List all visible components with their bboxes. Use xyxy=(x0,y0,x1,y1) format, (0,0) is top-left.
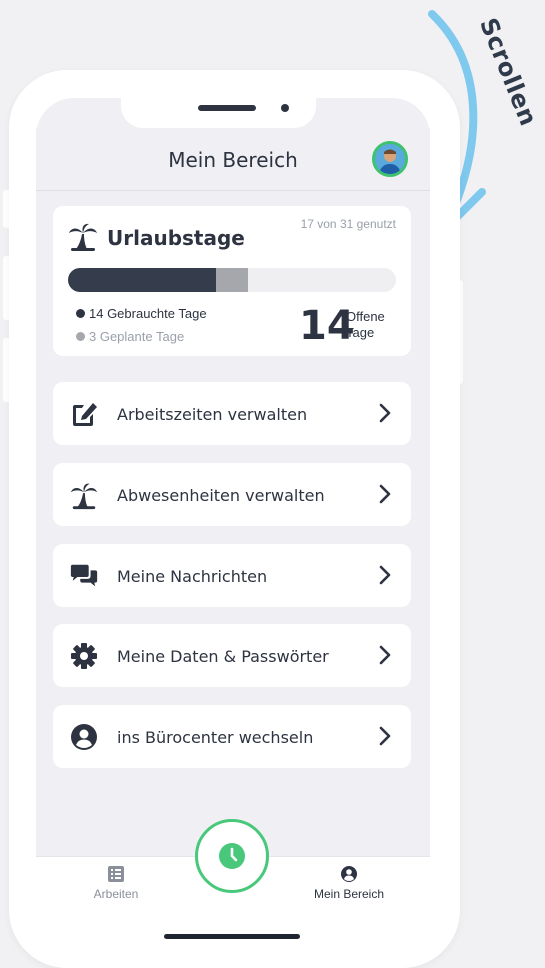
gear-icon xyxy=(71,643,97,669)
legend-planned: 3 Geplante Tage xyxy=(76,329,184,344)
list-icon xyxy=(108,866,124,882)
chevron-right-icon xyxy=(379,403,391,423)
chevron-right-icon xyxy=(379,645,391,665)
user-circle-icon xyxy=(71,724,97,750)
vacation-progress-bar xyxy=(68,268,396,292)
clock-icon xyxy=(219,843,245,869)
tab-arbeiten[interactable]: Arbeiten xyxy=(76,865,156,901)
legend-used-label: 14 Gebrauchte Tage xyxy=(89,306,207,321)
menu-item-daten-passwoerter[interactable]: Meine Daten & Passwörter xyxy=(53,624,411,687)
vacation-card[interactable]: Urlaubstage 17 von 31 genutzt 14 Gebrauc… xyxy=(53,206,411,356)
menu-item-label: ins Bürocenter wechseln xyxy=(117,728,314,747)
legend-planned-label: 3 Geplante Tage xyxy=(89,329,185,344)
menu-item-abwesenheiten[interactable]: Abwesenheiten verwalten xyxy=(53,463,411,526)
legend-used-dot xyxy=(76,309,85,318)
user-circle-icon xyxy=(341,866,357,882)
phone-notch xyxy=(121,98,316,128)
menu-item-label: Meine Daten & Passwörter xyxy=(117,647,329,666)
progress-used-segment xyxy=(68,268,216,292)
tab-mein-bereich-label: Mein Bereich xyxy=(313,887,385,901)
tab-mein-bereich[interactable]: Mein Bereich xyxy=(301,865,397,901)
palm-tree-icon xyxy=(70,483,98,510)
notch-speaker xyxy=(198,105,256,111)
chevron-right-icon xyxy=(379,726,391,746)
open-days-label-line2: Tage xyxy=(346,325,375,340)
page-title: Mein Bereich xyxy=(168,148,298,172)
avatar-image xyxy=(375,144,405,174)
menu-item-nachrichten[interactable]: Meine Nachrichten xyxy=(53,544,411,607)
menu-item-label: Meine Nachrichten xyxy=(117,567,268,586)
open-days-label-line1: Offene xyxy=(346,309,385,324)
tab-arbeiten-label: Arbeiten xyxy=(93,887,139,901)
home-indicator xyxy=(164,934,300,939)
notch-camera xyxy=(281,104,289,112)
header-divider xyxy=(36,190,430,191)
vacation-title: Urlaubstage xyxy=(107,226,245,250)
chevron-right-icon xyxy=(379,565,391,585)
legend-used: 14 Gebrauchte Tage xyxy=(76,306,207,321)
palm-tree-icon xyxy=(69,223,97,251)
chat-icon xyxy=(70,564,98,587)
menu-item-label: Arbeitszeiten verwalten xyxy=(117,405,308,424)
menu-item-arbeitszeiten[interactable]: Arbeitszeiten verwalten xyxy=(53,382,411,445)
progress-planned-segment xyxy=(216,268,248,292)
clock-button[interactable] xyxy=(195,819,269,893)
legend-planned-dot xyxy=(76,332,85,341)
open-days-label: Offene Tage xyxy=(346,309,385,341)
avatar[interactable] xyxy=(372,141,408,177)
menu-item-buerocenter[interactable]: ins Bürocenter wechseln xyxy=(53,705,411,768)
vacation-used-summary: 17 von 31 genutzt xyxy=(300,217,396,231)
app-header: Mein Bereich xyxy=(36,128,430,190)
menu-item-label: Abwesenheiten verwalten xyxy=(117,486,325,505)
edit-icon xyxy=(73,403,97,426)
chevron-right-icon xyxy=(379,484,391,504)
